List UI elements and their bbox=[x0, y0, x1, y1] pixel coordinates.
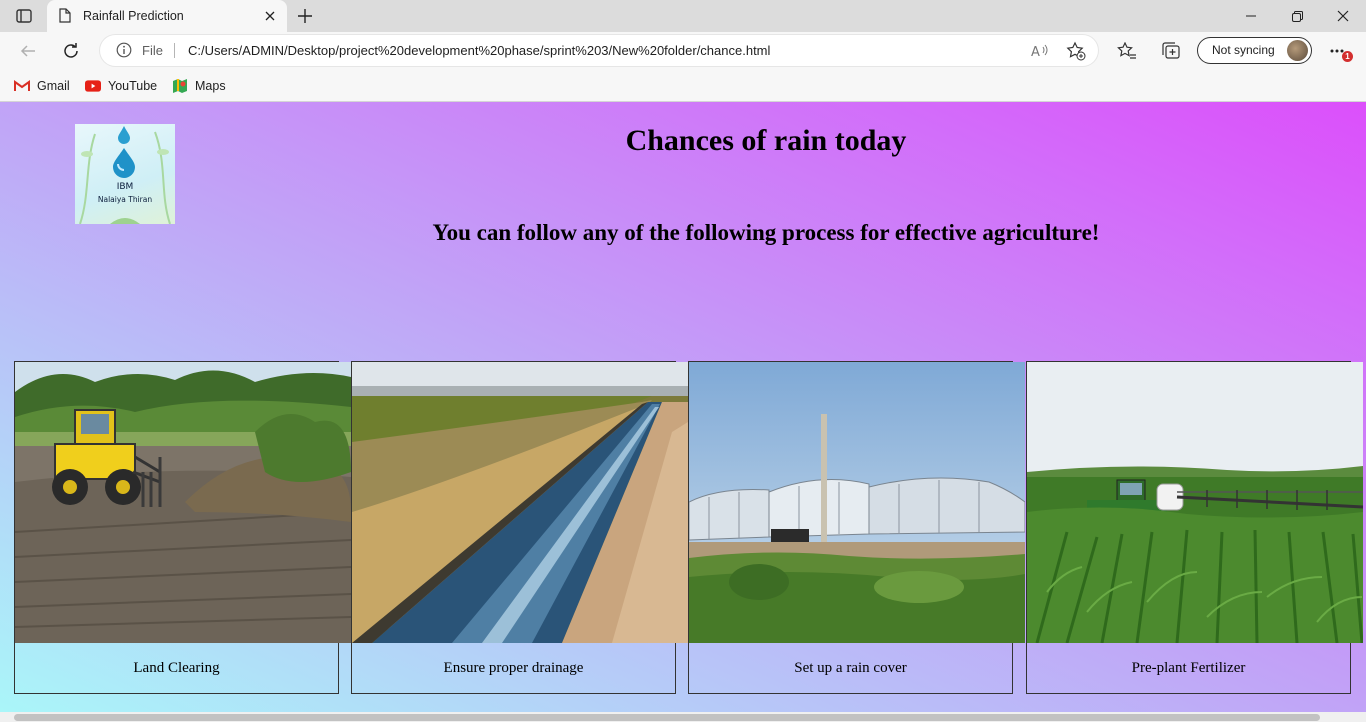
card-land-clearing: Land Clearing bbox=[14, 361, 351, 694]
info-icon[interactable] bbox=[116, 42, 132, 58]
back-button[interactable] bbox=[13, 36, 43, 66]
svg-text:A: A bbox=[1031, 45, 1040, 59]
logo-line-2: Nalaiya Thiran bbox=[97, 195, 153, 204]
close-icon bbox=[265, 11, 275, 21]
drainage-photo bbox=[352, 362, 688, 643]
favorite-label: Gmail bbox=[37, 79, 70, 93]
rain-cover-photo bbox=[689, 362, 1025, 643]
settings-menu-button[interactable]: 1 bbox=[1325, 36, 1355, 66]
favorite-label: Maps bbox=[195, 79, 226, 93]
tab-strip: Rainfall Prediction bbox=[0, 0, 1366, 32]
favorite-youtube[interactable]: YouTube bbox=[85, 76, 157, 96]
collections-button[interactable] bbox=[1156, 36, 1186, 66]
page-body: IBM Nalaiya Thiran Chances of rain today… bbox=[0, 102, 1366, 712]
card-label: Ensure proper drainage bbox=[443, 660, 584, 676]
profile-button[interactable]: Not syncing bbox=[1197, 37, 1312, 64]
close-window-button[interactable] bbox=[1320, 0, 1366, 32]
card-fertilizer: Pre-plant Fertilizer bbox=[1026, 361, 1363, 694]
page-title: Chances of rain today bbox=[625, 124, 907, 157]
minimize-icon bbox=[1246, 15, 1256, 17]
profile-label: Not syncing bbox=[1212, 43, 1275, 57]
scrollbar-thumb[interactable] bbox=[14, 714, 1320, 721]
add-favorite-button[interactable] bbox=[1066, 41, 1086, 61]
tab-actions-button[interactable] bbox=[10, 6, 38, 26]
land-clearing-photo bbox=[15, 362, 351, 643]
fertilizer-photo bbox=[1027, 362, 1363, 643]
favorite-label: YouTube bbox=[108, 79, 158, 93]
favorite-maps[interactable]: Maps bbox=[172, 76, 226, 96]
url-text[interactable]: C:/Users/ADMIN/Desktop/project%20develop… bbox=[188, 43, 770, 58]
page-subtitle: You can follow any of the following proc… bbox=[432, 220, 1100, 245]
favorites-bar: Gmail YouTube Maps bbox=[0, 70, 1366, 102]
tab-title: Rainfall Prediction bbox=[83, 9, 184, 23]
card-label: Pre-plant Fertilizer bbox=[1131, 660, 1246, 676]
card-label: Land Clearing bbox=[133, 660, 220, 676]
tab-active[interactable]: Rainfall Prediction bbox=[47, 0, 287, 32]
card-drainage: Ensure proper drainage bbox=[351, 361, 688, 694]
new-tab-button[interactable] bbox=[292, 4, 318, 28]
card-label: Set up a rain cover bbox=[794, 660, 907, 676]
address-separator bbox=[174, 43, 175, 58]
arrow-left-icon bbox=[20, 45, 35, 57]
maps-icon bbox=[172, 78, 188, 94]
close-icon bbox=[1337, 10, 1349, 22]
card-rain-cover: Set up a rain cover bbox=[688, 361, 1025, 694]
youtube-icon bbox=[85, 78, 101, 94]
minimize-button[interactable] bbox=[1228, 0, 1274, 32]
notification-badge: 1 bbox=[1342, 51, 1353, 62]
scheme-label: File bbox=[142, 43, 163, 58]
restore-button[interactable] bbox=[1274, 0, 1320, 32]
address-bar[interactable]: File C:/Users/ADMIN/Desktop/project%20de… bbox=[100, 35, 1098, 66]
star-add-icon bbox=[1066, 41, 1086, 61]
read-aloud-button[interactable]: A bbox=[1030, 41, 1050, 61]
tab-actions-icon bbox=[16, 9, 32, 23]
refresh-button[interactable] bbox=[56, 36, 86, 66]
logo-line-1: IBM bbox=[116, 182, 134, 192]
horizontal-scrollbar[interactable] bbox=[0, 712, 1366, 722]
close-tab-button[interactable] bbox=[257, 3, 283, 29]
collections-icon bbox=[1162, 42, 1180, 59]
read-aloud-icon: A bbox=[1031, 44, 1048, 59]
favorites-button[interactable] bbox=[1112, 36, 1142, 66]
browser-toolbar: File C:/Users/ADMIN/Desktop/project%20de… bbox=[0, 32, 1366, 70]
page-icon bbox=[59, 8, 73, 24]
restore-icon bbox=[1291, 10, 1303, 22]
avatar bbox=[1287, 40, 1308, 61]
refresh-icon bbox=[64, 43, 78, 58]
favorites-icon bbox=[1117, 42, 1136, 59]
favorite-gmail[interactable]: Gmail bbox=[14, 76, 70, 96]
plus-icon bbox=[298, 9, 312, 23]
gmail-icon bbox=[14, 78, 30, 94]
